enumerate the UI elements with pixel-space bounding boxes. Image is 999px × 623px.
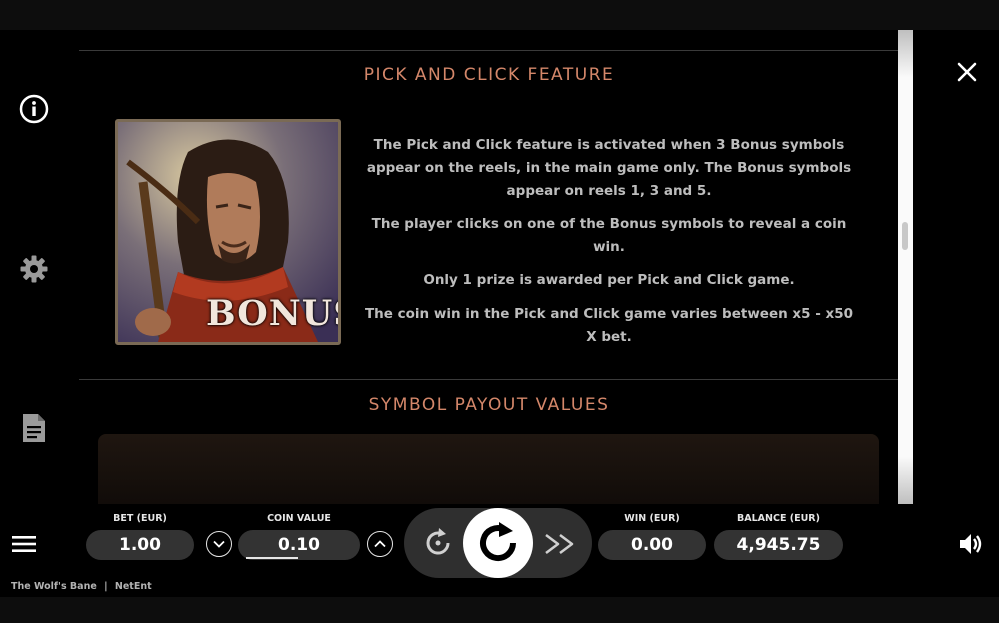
chevron-up-icon xyxy=(374,540,386,548)
sound-button[interactable] xyxy=(957,530,985,558)
gear-icon[interactable] xyxy=(18,253,50,285)
description-paragraph: The player clicks on one of the Bonus sy… xyxy=(371,216,847,255)
payout-table-box xyxy=(98,434,879,504)
document-icon[interactable] xyxy=(18,412,50,444)
divider xyxy=(79,50,899,51)
game-name: The Wolf's Bane xyxy=(11,581,97,592)
scrollbar-track[interactable] xyxy=(898,30,913,504)
description-paragraph: The coin win in the Pick and Click game … xyxy=(364,306,854,345)
info-icon[interactable] xyxy=(18,93,50,125)
balance-value: 4,945.75 xyxy=(714,530,843,560)
balance-label: BALANCE (EUR) xyxy=(737,513,820,524)
spin-button[interactable] xyxy=(463,508,533,578)
paytable-panel: PICK AND CLICK FEATURE BONU The Pick and… xyxy=(79,30,899,504)
win-label: WIN (EUR) xyxy=(624,513,680,524)
symbol-payout-title: SYMBOL PAYOUT VALUES xyxy=(368,395,610,415)
description-paragraph: Only 1 prize is awarded per Pick and Cli… xyxy=(423,272,795,288)
bonus-symbol-image: BONUS xyxy=(115,119,341,345)
decrease-coin-button[interactable] xyxy=(206,531,232,557)
autoplay-icon xyxy=(426,528,450,555)
description-paragraph: The Pick and Click feature is activated … xyxy=(366,137,852,199)
scrollbar-thumb[interactable] xyxy=(902,222,908,250)
coin-value-indicator xyxy=(246,557,298,559)
turbo-button[interactable] xyxy=(543,530,577,558)
autoplay-button[interactable] xyxy=(420,525,456,561)
top-bar xyxy=(0,0,999,30)
coin-value: 0.10 xyxy=(238,530,360,560)
chevron-down-icon xyxy=(213,540,225,548)
speaker-icon xyxy=(960,534,982,554)
close-icon[interactable] xyxy=(952,57,982,87)
fast-forward-icon xyxy=(545,534,574,554)
coin-value-label: COIN VALUE xyxy=(267,513,331,524)
bottom-strip xyxy=(0,597,999,623)
bet-label: BET (EUR) xyxy=(113,513,167,524)
bonus-label: BONUS xyxy=(206,293,338,334)
menu-icon[interactable] xyxy=(8,528,40,560)
bet-value: 1.00 xyxy=(86,530,194,560)
spin-icon xyxy=(480,522,517,562)
provider-name: NetEnt xyxy=(114,581,152,592)
increase-coin-button[interactable] xyxy=(367,531,393,557)
footer-credits: The Wolf's Bane | NetEnt xyxy=(11,581,152,592)
pick-and-click-title: PICK AND CLICK FEATURE xyxy=(363,65,615,85)
win-value: 0.00 xyxy=(598,530,706,560)
divider xyxy=(79,379,899,380)
footer-separator: | xyxy=(104,581,108,592)
